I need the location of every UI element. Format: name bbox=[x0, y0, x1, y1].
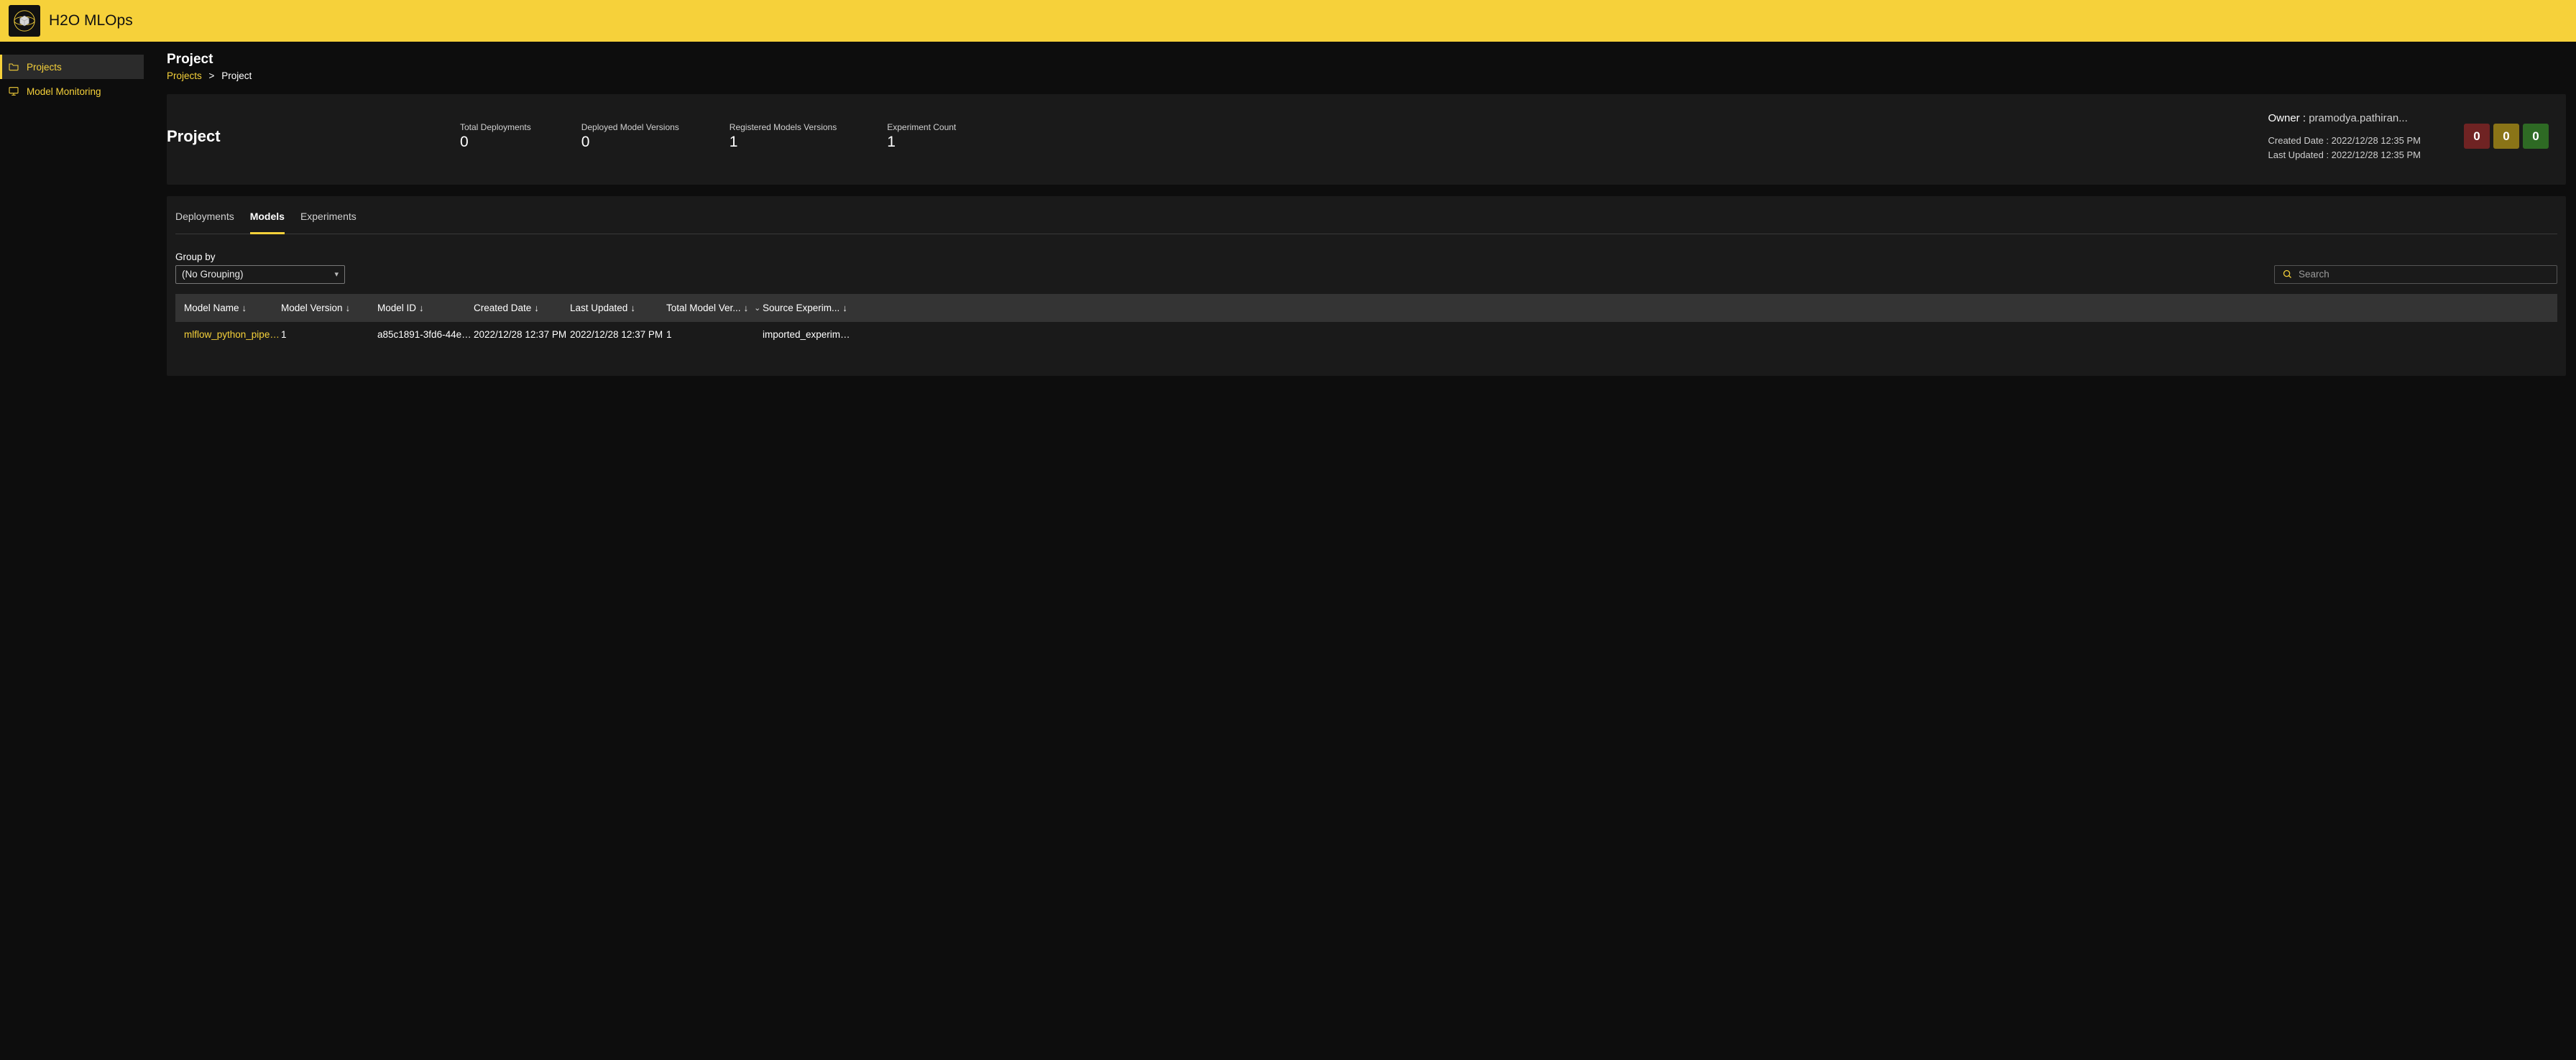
tab-deployments[interactable]: Deployments bbox=[175, 209, 234, 234]
chevron-down-icon: ▾ bbox=[334, 269, 339, 279]
col-last-updated[interactable]: Last Updated↓ bbox=[570, 303, 666, 313]
updated-label: Last Updated : bbox=[2268, 149, 2332, 160]
sort-arrow-icon: ↓ bbox=[419, 303, 424, 313]
chevron-down-icon: ⌄ bbox=[754, 303, 760, 313]
group-by-dropdown[interactable]: (No Grouping) ▾ bbox=[175, 265, 345, 284]
status-pill-yellow[interactable]: 0 bbox=[2493, 124, 2519, 149]
cell-source-exp: imported_experiment bbox=[763, 329, 852, 340]
group-by-control: Group by (No Grouping) ▾ bbox=[175, 252, 345, 284]
col-source-exp[interactable]: Source Experim...↓⌄ bbox=[763, 303, 852, 313]
product-logo bbox=[9, 5, 40, 37]
stat-label: Experiment Count bbox=[887, 122, 956, 132]
col-model-id[interactable]: Model ID↓ bbox=[377, 303, 474, 313]
sort-arrow-icon: ↓ bbox=[744, 303, 749, 313]
status-pill-red[interactable]: 0 bbox=[2464, 124, 2490, 149]
monitor-icon bbox=[8, 86, 19, 97]
project-summary-card: Project Total Deployments 0 Deployed Mod… bbox=[167, 94, 2566, 185]
group-by-label: Group by bbox=[175, 252, 345, 262]
folder-icon bbox=[8, 61, 19, 73]
created-label: Created Date : bbox=[2268, 135, 2332, 146]
cell-model-id: a85c1891-3fd6-44ed-... bbox=[377, 329, 474, 340]
sidebar: Projects Model Monitoring bbox=[0, 42, 144, 1060]
col-model-version[interactable]: Model Version↓ bbox=[281, 303, 377, 313]
owner-label: Owner : bbox=[2268, 112, 2309, 124]
sort-arrow-icon: ↓ bbox=[346, 303, 351, 313]
status-pill-green[interactable]: 0 bbox=[2523, 124, 2549, 149]
group-by-selected: (No Grouping) bbox=[182, 269, 244, 280]
tab-models[interactable]: Models bbox=[250, 209, 285, 234]
search-box[interactable] bbox=[2274, 265, 2557, 284]
created-value: 2022/12/28 12:35 PM bbox=[2332, 135, 2421, 146]
tabs: Deployments Models Experiments bbox=[175, 209, 2557, 234]
sidebar-item-label: Model Monitoring bbox=[27, 86, 101, 97]
cell-total-versions: 1 bbox=[666, 329, 763, 340]
sidebar-item-label: Projects bbox=[27, 62, 62, 73]
owner-value: pramodya.pathiran... bbox=[2309, 112, 2408, 124]
col-created-date[interactable]: Created Date↓ bbox=[474, 303, 570, 313]
main-content: Project Projects > Project Project Total… bbox=[144, 42, 2576, 1060]
cell-model-version: 1 bbox=[281, 329, 377, 340]
top-banner: H2O MLOps bbox=[0, 0, 2576, 42]
stat-label: Registered Models Versions bbox=[730, 122, 837, 132]
project-meta: Owner : pramodya.pathiran... Created Dat… bbox=[2268, 110, 2421, 163]
cell-model-name[interactable]: mlflow_python_pipeline bbox=[184, 329, 281, 340]
updated-date-row: Last Updated : 2022/12/28 12:35 PM bbox=[2268, 148, 2421, 162]
stat-value: 0 bbox=[460, 134, 531, 151]
cell-created-date: 2022/12/28 12:37 PM bbox=[474, 329, 570, 340]
sort-arrow-icon: ↓ bbox=[534, 303, 539, 313]
sort-arrow-icon: ↓ bbox=[842, 303, 847, 313]
sort-arrow-icon: ↓ bbox=[630, 303, 635, 313]
sidebar-item-model-monitoring[interactable]: Model Monitoring bbox=[0, 79, 144, 103]
col-model-name[interactable]: Model Name↓ bbox=[184, 303, 281, 313]
stat-value: 0 bbox=[581, 134, 679, 151]
breadcrumb: Projects > Project bbox=[167, 70, 2566, 81]
updated-value: 2022/12/28 12:35 PM bbox=[2332, 149, 2421, 160]
product-title: H2O MLOps bbox=[49, 12, 133, 29]
stat-label: Deployed Model Versions bbox=[581, 122, 679, 132]
stat-registered-model-versions: Registered Models Versions 1 bbox=[730, 122, 837, 151]
stat-experiment-count: Experiment Count 1 bbox=[887, 122, 956, 151]
page-title: Project bbox=[167, 52, 2566, 68]
owner-row: Owner : pramodya.pathiran... bbox=[2268, 110, 2421, 126]
tab-experiments[interactable]: Experiments bbox=[300, 209, 356, 234]
search-icon bbox=[2282, 269, 2293, 280]
created-date-row: Created Date : 2022/12/28 12:35 PM bbox=[2268, 134, 2421, 148]
table-header: Model Name↓ Model Version↓ Model ID↓ Cre… bbox=[175, 294, 2557, 322]
col-total-versions[interactable]: Total Model Ver...↓⌄ bbox=[666, 303, 763, 313]
controls-row: Group by (No Grouping) ▾ bbox=[175, 252, 2557, 284]
sort-arrow-icon: ↓ bbox=[242, 303, 247, 313]
breadcrumb-separator: > bbox=[205, 70, 219, 81]
project-name-heading: Project bbox=[167, 127, 460, 146]
status-pills: 0 0 0 bbox=[2464, 124, 2549, 149]
detail-card: Deployments Models Experiments Group by … bbox=[167, 196, 2566, 376]
table-row[interactable]: mlflow_python_pipeline 1 a85c1891-3fd6-4… bbox=[175, 322, 2557, 347]
stat-value: 1 bbox=[887, 134, 956, 151]
stat-label: Total Deployments bbox=[460, 122, 531, 132]
stat-deployed-model-versions: Deployed Model Versions 0 bbox=[581, 122, 679, 151]
search-input[interactable] bbox=[2299, 269, 2549, 280]
stat-value: 1 bbox=[730, 134, 837, 151]
sidebar-item-projects[interactable]: Projects bbox=[0, 55, 144, 79]
cell-last-updated: 2022/12/28 12:37 PM bbox=[570, 329, 666, 340]
breadcrumb-current: Project bbox=[221, 70, 252, 81]
breadcrumb-root-link[interactable]: Projects bbox=[167, 70, 202, 81]
stat-total-deployments: Total Deployments 0 bbox=[460, 122, 531, 151]
